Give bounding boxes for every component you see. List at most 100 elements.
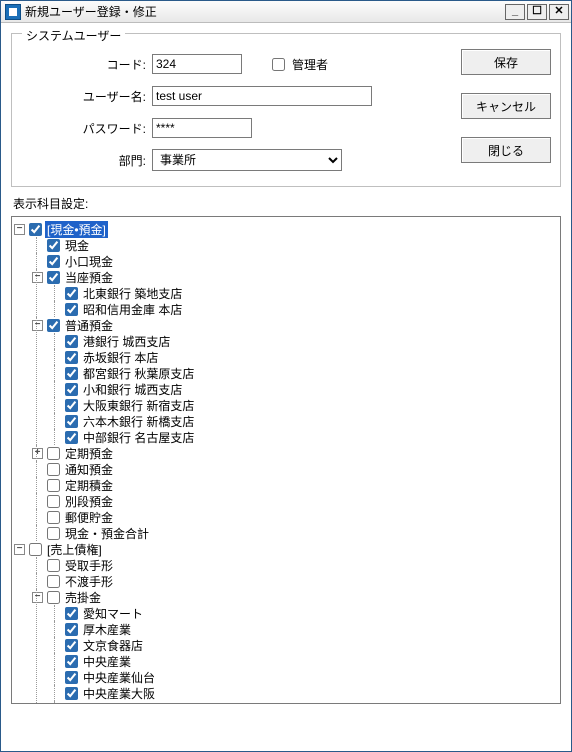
tree-label[interactable]: 現金	[63, 237, 91, 254]
tree-checkbox[interactable]	[65, 399, 78, 412]
close-window-button[interactable]: ✕	[549, 4, 569, 20]
tree-node-chubu[interactable]: 中部銀行 名古屋支店	[50, 429, 558, 445]
tree-label[interactable]: 小口現金	[63, 253, 115, 270]
tree-node-notes_recv[interactable]: 受取手形	[32, 557, 558, 573]
tree-node-cash_group[interactable]: −[現金•預金]	[14, 221, 558, 237]
tree-checkbox[interactable]	[47, 559, 60, 572]
tree-label[interactable]: 当座預金	[63, 269, 115, 286]
tree-node-hokuto[interactable]: 北東銀行 築地支店	[50, 285, 558, 301]
tree-node-aichi[interactable]: 愛知マート	[50, 605, 558, 621]
expand-icon[interactable]: +	[32, 448, 43, 459]
tree-label[interactable]: 小和銀行 城西支店	[81, 381, 184, 398]
collapse-icon[interactable]: −	[14, 544, 25, 555]
tree-checkbox[interactable]	[65, 639, 78, 652]
tree-checkbox[interactable]	[47, 527, 60, 540]
tree-label[interactable]: 定期積金	[63, 477, 115, 494]
tree-node-chuo_sendai[interactable]: 中央産業仙台	[50, 669, 558, 685]
collapse-icon[interactable]: −	[14, 224, 25, 235]
department-select[interactable]: 事業所	[152, 149, 342, 171]
tree-label[interactable]: 北東銀行 築地支店	[81, 285, 184, 302]
tree-checkbox[interactable]	[47, 479, 60, 492]
tree-node-chuo_osaka[interactable]: 中央産業大阪	[50, 685, 558, 701]
tree-label[interactable]: 不渡手形	[63, 573, 115, 590]
username-input[interactable]	[152, 86, 372, 106]
tree-node-echigoya[interactable]: 越後屋百貨店	[50, 701, 558, 704]
tree-label[interactable]: 別段預金	[63, 493, 115, 510]
tree-checkbox[interactable]	[65, 623, 78, 636]
tree-checkbox[interactable]	[65, 287, 78, 300]
tree-label[interactable]: 普通預金	[63, 317, 115, 334]
code-input[interactable]	[152, 54, 242, 74]
tree-label[interactable]: 六本木銀行 新橋支店	[81, 413, 196, 430]
tree-node-chuo[interactable]: 中央産業	[50, 653, 558, 669]
tree-checkbox[interactable]	[65, 655, 78, 668]
password-input[interactable]	[152, 118, 252, 138]
tree-checkbox[interactable]	[65, 415, 78, 428]
tree-label[interactable]: 大阪東銀行 新宿支店	[81, 397, 196, 414]
tree-node-showa[interactable]: 昭和信用金庫 本店	[50, 301, 558, 317]
tree-node-time_dep[interactable]: + 定期預金	[32, 445, 558, 461]
tree-label[interactable]: 厚木産業	[81, 621, 133, 638]
tree-node-atsugi[interactable]: 厚木産業	[50, 621, 558, 637]
minimize-button[interactable]: _	[505, 4, 525, 20]
tree-checkbox[interactable]	[47, 447, 60, 460]
tree-checkbox[interactable]	[47, 495, 60, 508]
tree-node-minato[interactable]: 港銀行 城西支店	[50, 333, 558, 349]
tree-label[interactable]: 赤坂銀行 本店	[81, 349, 160, 366]
tree-node-bunkyo[interactable]: 文京食器店	[50, 637, 558, 653]
tree-checkbox[interactable]	[65, 367, 78, 380]
tree-checkbox[interactable]	[65, 431, 78, 444]
tree-checkbox[interactable]	[65, 703, 78, 705]
tree-node-dishonored[interactable]: 不渡手形	[32, 573, 558, 589]
maximize-button[interactable]: ☐	[527, 4, 547, 20]
tree-node-cash[interactable]: 現金	[32, 237, 558, 253]
tree-label[interactable]: 中央産業大阪	[81, 685, 157, 702]
tree-label[interactable]: 港銀行 城西支店	[81, 333, 172, 350]
tree-label[interactable]: 中央産業仙台	[81, 669, 157, 686]
tree-label[interactable]: 通知預金	[63, 461, 115, 478]
tree-label[interactable]: 現金・預金合計	[63, 525, 151, 542]
tree-label[interactable]: 受取手形	[63, 557, 115, 574]
collapse-icon[interactable]: −	[32, 320, 43, 331]
tree-checkbox[interactable]	[47, 271, 60, 284]
tree-checkbox[interactable]	[47, 575, 60, 588]
cancel-button[interactable]: キャンセル	[461, 93, 551, 119]
tree-checkbox[interactable]	[29, 223, 42, 236]
tree-node-checking[interactable]: − 当座預金	[32, 269, 558, 285]
tree-node-savings[interactable]: − 普通預金	[32, 317, 558, 333]
tree-label[interactable]: 中央産業	[81, 653, 133, 670]
tree-checkbox[interactable]	[65, 607, 78, 620]
collapse-icon[interactable]: −	[32, 592, 43, 603]
tree-checkbox[interactable]	[65, 335, 78, 348]
tree-checkbox[interactable]	[65, 351, 78, 364]
tree-checkbox[interactable]	[47, 591, 60, 604]
tree-label[interactable]: 郵便貯金	[63, 509, 115, 526]
tree-checkbox[interactable]	[47, 463, 60, 476]
tree-node-roppongi[interactable]: 六本木銀行 新橋支店	[50, 413, 558, 429]
tree-node-acct_recv[interactable]: − 売掛金	[32, 589, 558, 605]
tree-label[interactable]: 中部銀行 名古屋支店	[81, 429, 196, 446]
tree-node-notice_dep[interactable]: 通知預金	[32, 461, 558, 477]
tree-label[interactable]: 文京食器店	[81, 637, 145, 654]
tree-node-postal[interactable]: 郵便貯金	[32, 509, 558, 525]
tree-checkbox[interactable]	[65, 687, 78, 700]
tree-label[interactable]: 定期預金	[63, 445, 115, 462]
tree-checkbox[interactable]	[47, 239, 60, 252]
tree-checkbox[interactable]	[65, 303, 78, 316]
close-button[interactable]: 閉じる	[461, 137, 551, 163]
tree-checkbox[interactable]	[29, 543, 42, 556]
collapse-icon[interactable]: −	[32, 272, 43, 283]
tree-checkbox[interactable]	[65, 671, 78, 684]
tree-node-sep_dep[interactable]: 別段預金	[32, 493, 558, 509]
tree-label[interactable]: 売掛金	[63, 589, 103, 606]
tree-node-petty_cash[interactable]: 小口現金	[32, 253, 558, 269]
tree-node-kowa[interactable]: 小和銀行 城西支店	[50, 381, 558, 397]
admin-checkbox-label[interactable]: 管理者	[268, 55, 328, 74]
tree-node-receivables[interactable]: − [売上債権]	[14, 541, 558, 557]
tree-node-tomiya[interactable]: 都宮銀行 秋葉原支店	[50, 365, 558, 381]
tree-label[interactable]: 越後屋百貨店	[81, 701, 157, 705]
tree-checkbox[interactable]	[65, 383, 78, 396]
tree-node-cash_total[interactable]: 現金・預金合計	[32, 525, 558, 541]
tree-label[interactable]: [売上債権]	[45, 541, 104, 558]
tree-label[interactable]: 昭和信用金庫 本店	[81, 301, 184, 318]
